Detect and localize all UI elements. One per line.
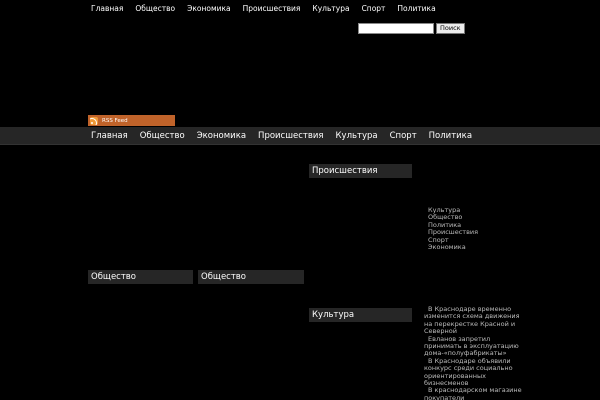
main-nav-item-society[interactable]: Общество (134, 127, 191, 145)
category-list: Культура Общество Политика Происшествия … (424, 206, 478, 251)
section-title-society-2: Общество (198, 270, 304, 284)
main-nav-item-culture[interactable]: Культура (330, 127, 384, 145)
section-title-culture: Культура (309, 308, 412, 322)
news-item[interactable]: В Краснодаре временно изменится схема дв… (424, 305, 524, 336)
search-button[interactable]: Поиск (436, 23, 465, 34)
section-title-society-1: Общество (88, 270, 193, 284)
section-title-incidents: Происшествия (309, 164, 412, 178)
top-nav-item-society[interactable]: Общество (129, 3, 181, 15)
recent-news-list: В Краснодаре временно изменится схема дв… (424, 305, 524, 400)
news-item[interactable]: Евланов запретил принимать в эксплуатаци… (424, 335, 524, 358)
main-nav-item-economy[interactable]: Экономика (191, 127, 252, 145)
main-nav: Главная Общество Экономика Происшествия … (85, 127, 478, 145)
top-nav: Главная Общество Экономика Происшествия … (85, 3, 442, 15)
search-input[interactable] (358, 23, 434, 34)
main-nav-bar: Главная Общество Экономика Происшествия … (0, 127, 600, 145)
category-item-economy[interactable]: Экономика (424, 243, 478, 251)
news-item[interactable]: В краснодарском магазине покупатели (424, 387, 524, 400)
top-nav-item-culture[interactable]: Культура (306, 3, 355, 15)
rss-feed-link[interactable]: RSS Feed (88, 115, 175, 126)
top-nav-item-politics[interactable]: Политика (391, 3, 441, 15)
news-item[interactable]: В Краснодаре объявили конкурс среди соци… (424, 357, 524, 388)
top-nav-item-sport[interactable]: Спорт (356, 3, 392, 15)
rss-feed-label: RSS Feed (102, 117, 128, 124)
search-form: Поиск (358, 23, 465, 34)
main-nav-item-incidents[interactable]: Происшествия (252, 127, 329, 145)
rss-icon (90, 116, 98, 125)
main-nav-item-home[interactable]: Главная (85, 127, 134, 145)
top-nav-item-economy[interactable]: Экономика (181, 3, 237, 15)
top-nav-item-incidents[interactable]: Происшествия (237, 3, 307, 15)
top-nav-item-home[interactable]: Главная (85, 3, 129, 15)
main-nav-item-politics[interactable]: Политика (423, 127, 478, 145)
main-nav-item-sport[interactable]: Спорт (384, 127, 423, 145)
